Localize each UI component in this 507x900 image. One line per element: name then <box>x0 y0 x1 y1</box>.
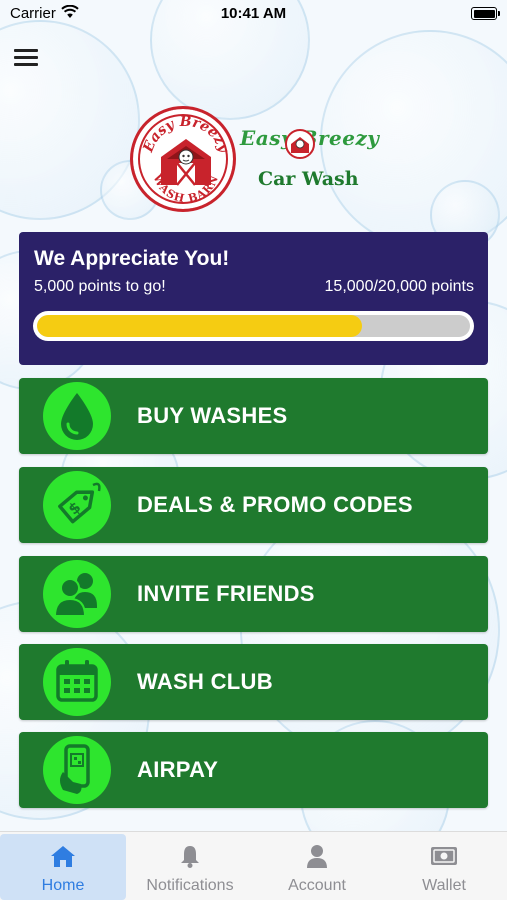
points-remaining: 5,000 points to go! <box>34 278 166 295</box>
rewards-card[interactable]: We Appreciate You! 5,000 points to go! 1… <box>19 232 488 365</box>
rewards-progress-fill <box>37 315 362 337</box>
rewards-progress-bar <box>33 311 474 341</box>
home-icon <box>51 846 75 867</box>
tab-account[interactable]: Account <box>254 834 380 900</box>
airpay-label: AIRPAY <box>137 757 219 782</box>
tab-wallet[interactable]: Wallet <box>381 834 507 900</box>
battery-icon <box>471 7 500 20</box>
bottom-tab-bar: Home Notifications Account Wallet <box>0 831 507 900</box>
clock: 10:41 AM <box>220 5 287 22</box>
deals-promo-codes-button[interactable]: $ DEALS & PROMO CODES <box>19 467 488 543</box>
deals-promo-codes-label: DEALS & PROMO CODES <box>137 492 413 517</box>
rewards-title: We Appreciate You! <box>34 247 230 270</box>
tab-account-label: Account <box>288 877 346 894</box>
wallet-icon <box>431 847 457 865</box>
hamburger-menu-icon[interactable] <box>14 49 38 67</box>
buy-washes-button[interactable]: BUY WASHES <box>19 378 488 454</box>
brand-logo: Easy Breezy WASH BARN Easy Breezy Car Wa… <box>128 104 388 214</box>
tab-notifications[interactable]: Notifications <box>127 834 253 900</box>
airpay-button[interactable]: AIRPAY <box>19 732 488 808</box>
tab-home[interactable]: Home <box>0 834 126 900</box>
barn-icon <box>161 139 211 186</box>
water-drop-icon <box>43 382 111 450</box>
buy-washes-label: BUY WASHES <box>137 403 288 428</box>
brand-mini-seal <box>285 129 315 159</box>
people-icon <box>43 560 111 628</box>
phone-pay-icon <box>43 736 111 804</box>
person-icon <box>307 845 327 868</box>
tab-notifications-label: Notifications <box>146 877 234 894</box>
wash-club-button[interactable]: WASH CLUB <box>19 644 488 720</box>
invite-friends-label: INVITE FRIENDS <box>137 581 315 606</box>
wash-barn-seal: Easy Breezy WASH BARN <box>130 106 236 212</box>
brand-name-line2: Car Wash <box>258 168 359 190</box>
points-total: 15,000/20,000 points <box>324 278 474 295</box>
calendar-icon <box>43 648 111 716</box>
tab-home-label: Home <box>41 877 85 894</box>
price-tag-icon: $ <box>43 471 111 539</box>
tab-wallet-label: Wallet <box>422 877 466 894</box>
wash-club-label: WASH CLUB <box>137 669 273 694</box>
bell-icon <box>181 846 199 868</box>
invite-friends-button[interactable]: INVITE FRIENDS <box>19 556 488 632</box>
status-bar: Carrier 10:41 AM <box>0 0 507 28</box>
